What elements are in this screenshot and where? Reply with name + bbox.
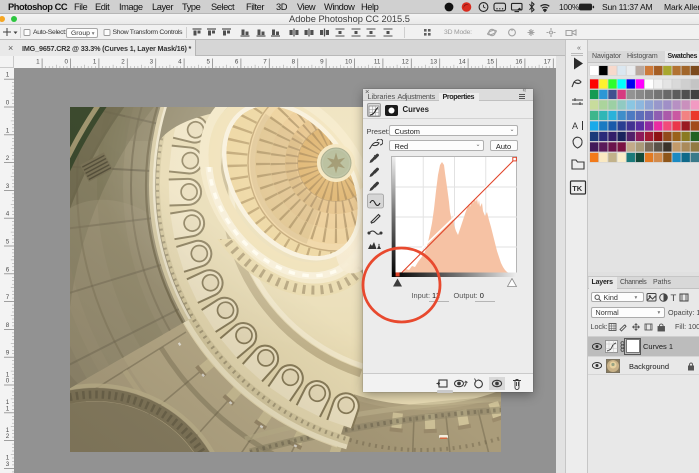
svg-text:1: 1 [6,405,10,412]
svg-text:2: 2 [121,59,125,66]
svg-text:15: 15 [487,59,495,66]
svg-text:3: 3 [6,183,10,190]
svg-text:7: 7 [263,59,267,66]
svg-text:1: 1 [6,72,10,79]
svg-text:11: 11 [374,59,381,66]
svg-text:17: 17 [544,59,552,66]
svg-text:TK: TK [572,184,583,193]
svg-text:6: 6 [6,266,10,273]
svg-text:8: 8 [292,59,296,66]
svg-text:5: 5 [6,239,10,246]
svg-text:3: 3 [150,59,154,66]
svg-text:14: 14 [459,59,467,66]
svg-text:2: 2 [6,155,10,162]
svg-text:9: 9 [320,59,324,66]
svg-text:2: 2 [6,433,10,440]
svg-text:5: 5 [206,59,210,66]
svg-text:10: 10 [345,59,353,66]
svg-text:T: T [671,293,677,303]
svg-text:0: 0 [64,59,68,66]
svg-text:7: 7 [6,294,10,301]
svg-text:16: 16 [515,59,523,66]
svg-text:6: 6 [235,59,239,66]
svg-text:1: 1 [36,59,40,66]
svg-text:4: 4 [6,211,10,218]
svg-text:A: A [572,121,578,131]
svg-text:1: 1 [6,127,10,134]
svg-text:13: 13 [430,59,438,66]
svg-text:0: 0 [6,378,10,385]
svg-text:9: 9 [6,350,10,357]
svg-text:4: 4 [178,59,182,66]
svg-text:8: 8 [6,322,10,329]
svg-text:1: 1 [93,59,97,66]
svg-text:0: 0 [6,100,10,107]
svg-text:3: 3 [6,461,10,468]
svg-text:12: 12 [402,59,410,66]
